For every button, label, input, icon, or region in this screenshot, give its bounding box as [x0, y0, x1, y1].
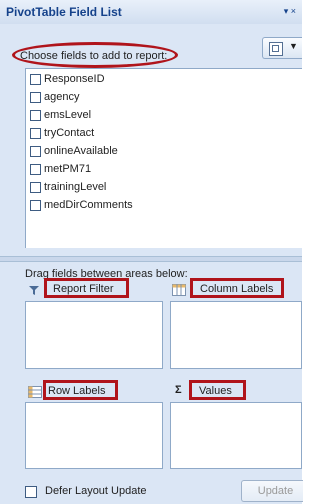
field-list: ResponseID agency emsLevel tryContact on… — [25, 68, 302, 248]
sigma-icon: Σ — [175, 384, 182, 396]
field-checkbox[interactable] — [30, 163, 41, 175]
field-checkbox[interactable] — [30, 145, 41, 157]
chevron-down-icon: ▼ — [289, 41, 298, 51]
field-label: tryContact — [44, 127, 95, 139]
field-label: metPM71 — [44, 163, 92, 175]
field-checkbox[interactable] — [30, 127, 41, 139]
update-button[interactable]: Update — [241, 480, 303, 502]
field-item[interactable]: onlineAvailable — [30, 143, 118, 159]
field-checkbox[interactable] — [30, 199, 41, 211]
field-item[interactable]: medDirComments — [30, 197, 133, 213]
column-labels-icon — [172, 284, 186, 296]
field-item[interactable]: emsLevel — [30, 107, 91, 123]
field-checkbox[interactable] — [30, 109, 41, 121]
values-highlight — [189, 380, 246, 400]
layout-button[interactable]: ▼ — [262, 37, 302, 59]
field-label: medDirComments — [44, 199, 133, 211]
layout-icon — [269, 42, 283, 56]
pane-splitter[interactable] — [0, 256, 302, 262]
column-labels-area[interactable] — [170, 301, 302, 369]
row-labels-area[interactable] — [25, 402, 163, 469]
field-checkbox[interactable] — [30, 91, 41, 103]
pane-controls[interactable]: ▾ × — [284, 6, 296, 17]
report-filter-highlight — [44, 278, 129, 298]
field-item[interactable]: ResponseID — [30, 71, 105, 87]
field-label: trainingLevel — [44, 181, 107, 193]
values-area[interactable] — [170, 402, 302, 469]
title-bar: PivotTable Field List ▾ × — [0, 0, 302, 25]
defer-layout-checkbox[interactable] — [25, 486, 37, 498]
defer-layout-label: Defer Layout Update — [45, 485, 147, 497]
filter-icon — [29, 286, 39, 295]
pane-title: PivotTable Field List — [6, 5, 122, 19]
field-item[interactable]: metPM71 — [30, 161, 91, 177]
highlight-oval — [12, 42, 178, 68]
field-label: emsLevel — [44, 109, 92, 121]
report-filter-area[interactable] — [25, 301, 163, 369]
field-checkbox[interactable] — [30, 181, 41, 193]
field-label: onlineAvailable — [44, 145, 118, 157]
field-label: agency — [44, 91, 80, 103]
column-labels-highlight — [190, 278, 284, 298]
field-checkbox[interactable] — [30, 73, 41, 85]
field-item[interactable]: agency — [30, 89, 79, 105]
row-labels-icon — [28, 386, 42, 398]
field-item[interactable]: trainingLevel — [30, 179, 106, 195]
field-item[interactable]: tryContact — [30, 125, 94, 141]
field-label: ResponseID — [44, 73, 105, 85]
row-labels-highlight — [43, 380, 118, 400]
pivot-field-list-pane: PivotTable Field List ▾ × Choose fields … — [0, 0, 303, 504]
